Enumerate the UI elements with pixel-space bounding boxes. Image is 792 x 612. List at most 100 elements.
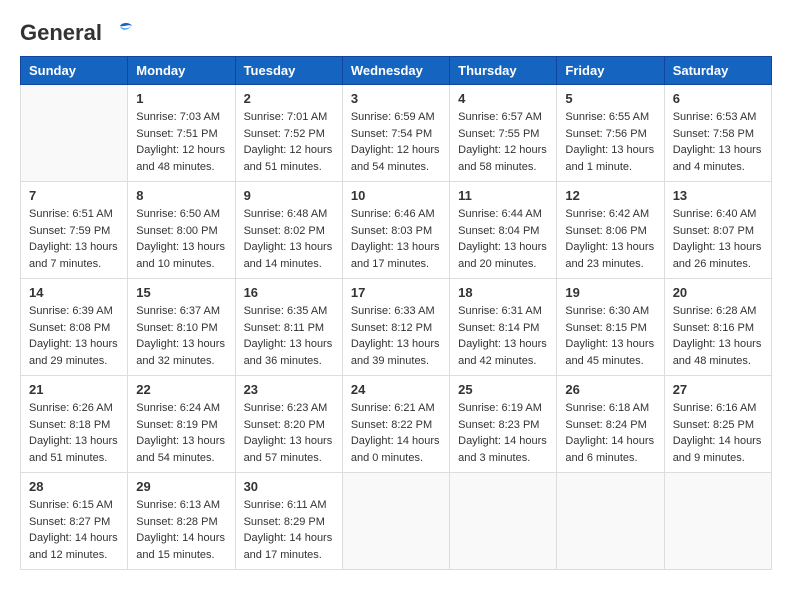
day-number: 14 <box>29 285 119 300</box>
calendar-week-row: 28Sunrise: 6:15 AM Sunset: 8:27 PM Dayli… <box>21 473 772 570</box>
logo: General <box>20 20 134 46</box>
day-number: 6 <box>673 91 763 106</box>
day-info: Sunrise: 6:28 AM Sunset: 8:16 PM Dayligh… <box>673 303 763 369</box>
calendar-cell: 20 Sunrise: 6:28 AM Sunset: 8:16 PM Dayli… <box>664 279 771 376</box>
page-header: General <box>20 20 772 46</box>
day-info: Sunrise: 6:11 AM Sunset: 8:29 PM Dayligh… <box>244 497 334 563</box>
calendar-header-row: SundayMondayTuesdayWednesdayThursdayFrid… <box>21 57 772 85</box>
day-info: Sunrise: 6:24 AM Sunset: 8:19 PM Dayligh… <box>136 400 226 466</box>
day-info: Sunrise: 6:39 AM Sunset: 8:08 PM Dayligh… <box>29 303 119 369</box>
day-info: Sunrise: 6:50 AM Sunset: 8:00 PM Dayligh… <box>136 206 226 272</box>
calendar-cell: 10 Sunrise: 6:46 AM Sunset: 8:03 PM Dayli… <box>342 182 449 279</box>
calendar-cell: 14 Sunrise: 6:39 AM Sunset: 8:08 PM Dayli… <box>21 279 128 376</box>
day-number: 30 <box>244 479 334 494</box>
column-header-tuesday: Tuesday <box>235 57 342 85</box>
column-header-thursday: Thursday <box>450 57 557 85</box>
calendar-cell: 3 Sunrise: 6:59 AM Sunset: 7:54 PM Daylig… <box>342 85 449 182</box>
day-number: 12 <box>565 188 655 203</box>
day-info: Sunrise: 6:59 AM Sunset: 7:54 PM Dayligh… <box>351 109 441 175</box>
column-header-wednesday: Wednesday <box>342 57 449 85</box>
calendar-cell <box>450 473 557 570</box>
calendar-cell: 15 Sunrise: 6:37 AM Sunset: 8:10 PM Dayli… <box>128 279 235 376</box>
day-number: 7 <box>29 188 119 203</box>
day-number: 8 <box>136 188 226 203</box>
calendar-cell: 1 Sunrise: 7:03 AM Sunset: 7:51 PM Daylig… <box>128 85 235 182</box>
day-info: Sunrise: 6:35 AM Sunset: 8:11 PM Dayligh… <box>244 303 334 369</box>
day-number: 15 <box>136 285 226 300</box>
calendar-cell: 7 Sunrise: 6:51 AM Sunset: 7:59 PM Daylig… <box>21 182 128 279</box>
day-number: 10 <box>351 188 441 203</box>
calendar-cell: 21 Sunrise: 6:26 AM Sunset: 8:18 PM Dayli… <box>21 376 128 473</box>
day-number: 17 <box>351 285 441 300</box>
calendar-cell: 30 Sunrise: 6:11 AM Sunset: 8:29 PM Dayli… <box>235 473 342 570</box>
day-number: 1 <box>136 91 226 106</box>
day-info: Sunrise: 6:42 AM Sunset: 8:06 PM Dayligh… <box>565 206 655 272</box>
day-info: Sunrise: 6:31 AM Sunset: 8:14 PM Dayligh… <box>458 303 548 369</box>
calendar-cell <box>342 473 449 570</box>
day-number: 3 <box>351 91 441 106</box>
day-info: Sunrise: 6:33 AM Sunset: 8:12 PM Dayligh… <box>351 303 441 369</box>
day-number: 29 <box>136 479 226 494</box>
calendar-cell: 27 Sunrise: 6:16 AM Sunset: 8:25 PM Dayli… <box>664 376 771 473</box>
day-info: Sunrise: 6:26 AM Sunset: 8:18 PM Dayligh… <box>29 400 119 466</box>
day-info: Sunrise: 6:51 AM Sunset: 7:59 PM Dayligh… <box>29 206 119 272</box>
day-number: 18 <box>458 285 548 300</box>
day-number: 16 <box>244 285 334 300</box>
calendar-week-row: 14 Sunrise: 6:39 AM Sunset: 8:08 PM Dayli… <box>21 279 772 376</box>
day-info: Sunrise: 6:55 AM Sunset: 7:56 PM Dayligh… <box>565 109 655 175</box>
day-info: Sunrise: 6:19 AM Sunset: 8:23 PM Dayligh… <box>458 400 548 466</box>
day-number: 27 <box>673 382 763 397</box>
column-header-sunday: Sunday <box>21 57 128 85</box>
logo-general-text: General <box>20 20 102 46</box>
column-header-monday: Monday <box>128 57 235 85</box>
calendar-cell: 2 Sunrise: 7:01 AM Sunset: 7:52 PM Daylig… <box>235 85 342 182</box>
calendar-cell: 24 Sunrise: 6:21 AM Sunset: 8:22 PM Dayli… <box>342 376 449 473</box>
day-number: 26 <box>565 382 655 397</box>
calendar-cell: 16 Sunrise: 6:35 AM Sunset: 8:11 PM Dayli… <box>235 279 342 376</box>
day-number: 4 <box>458 91 548 106</box>
day-number: 25 <box>458 382 548 397</box>
calendar-cell: 17 Sunrise: 6:33 AM Sunset: 8:12 PM Dayli… <box>342 279 449 376</box>
calendar-table: SundayMondayTuesdayWednesdayThursdayFrid… <box>20 56 772 570</box>
day-number: 20 <box>673 285 763 300</box>
calendar-cell: 28Sunrise: 6:15 AM Sunset: 8:27 PM Dayli… <box>21 473 128 570</box>
calendar-cell: 5 Sunrise: 6:55 AM Sunset: 7:56 PM Daylig… <box>557 85 664 182</box>
calendar-cell: 29 Sunrise: 6:13 AM Sunset: 8:28 PM Dayli… <box>128 473 235 570</box>
calendar-cell: 13Sunrise: 6:40 AM Sunset: 8:07 PM Dayli… <box>664 182 771 279</box>
calendar-cell: 23Sunrise: 6:23 AM Sunset: 8:20 PM Dayli… <box>235 376 342 473</box>
day-info: Sunrise: 6:13 AM Sunset: 8:28 PM Dayligh… <box>136 497 226 563</box>
calendar-cell: 12 Sunrise: 6:42 AM Sunset: 8:06 PM Dayli… <box>557 182 664 279</box>
day-number: 5 <box>565 91 655 106</box>
calendar-cell <box>664 473 771 570</box>
column-header-saturday: Saturday <box>664 57 771 85</box>
calendar-cell <box>21 85 128 182</box>
calendar-cell: 26Sunrise: 6:18 AM Sunset: 8:24 PM Dayli… <box>557 376 664 473</box>
day-info: Sunrise: 6:23 AM Sunset: 8:20 PM Dayligh… <box>244 400 334 466</box>
calendar-cell: 4 Sunrise: 6:57 AM Sunset: 7:55 PM Daylig… <box>450 85 557 182</box>
calendar-cell: 11Sunrise: 6:44 AM Sunset: 8:04 PM Dayli… <box>450 182 557 279</box>
day-info: Sunrise: 7:03 AM Sunset: 7:51 PM Dayligh… <box>136 109 226 175</box>
day-number: 22 <box>136 382 226 397</box>
day-number: 28 <box>29 479 119 494</box>
day-info: Sunrise: 6:44 AM Sunset: 8:04 PM Dayligh… <box>458 206 548 272</box>
day-number: 2 <box>244 91 334 106</box>
day-info: Sunrise: 6:21 AM Sunset: 8:22 PM Dayligh… <box>351 400 441 466</box>
day-number: 24 <box>351 382 441 397</box>
calendar-week-row: 1 Sunrise: 7:03 AM Sunset: 7:51 PM Daylig… <box>21 85 772 182</box>
calendar-cell: 9Sunrise: 6:48 AM Sunset: 8:02 PM Daylig… <box>235 182 342 279</box>
column-header-friday: Friday <box>557 57 664 85</box>
day-info: Sunrise: 6:57 AM Sunset: 7:55 PM Dayligh… <box>458 109 548 175</box>
day-info: Sunrise: 7:01 AM Sunset: 7:52 PM Dayligh… <box>244 109 334 175</box>
calendar-cell: 19Sunrise: 6:30 AM Sunset: 8:15 PM Dayli… <box>557 279 664 376</box>
day-info: Sunrise: 6:16 AM Sunset: 8:25 PM Dayligh… <box>673 400 763 466</box>
day-number: 21 <box>29 382 119 397</box>
day-info: Sunrise: 6:53 AM Sunset: 7:58 PM Dayligh… <box>673 109 763 175</box>
calendar-week-row: 21 Sunrise: 6:26 AM Sunset: 8:18 PM Dayli… <box>21 376 772 473</box>
calendar-cell: 25 Sunrise: 6:19 AM Sunset: 8:23 PM Dayli… <box>450 376 557 473</box>
day-info: Sunrise: 6:48 AM Sunset: 8:02 PM Dayligh… <box>244 206 334 272</box>
day-info: Sunrise: 6:46 AM Sunset: 8:03 PM Dayligh… <box>351 206 441 272</box>
calendar-cell <box>557 473 664 570</box>
day-number: 13 <box>673 188 763 203</box>
calendar-week-row: 7 Sunrise: 6:51 AM Sunset: 7:59 PM Daylig… <box>21 182 772 279</box>
day-info: Sunrise: 6:37 AM Sunset: 8:10 PM Dayligh… <box>136 303 226 369</box>
